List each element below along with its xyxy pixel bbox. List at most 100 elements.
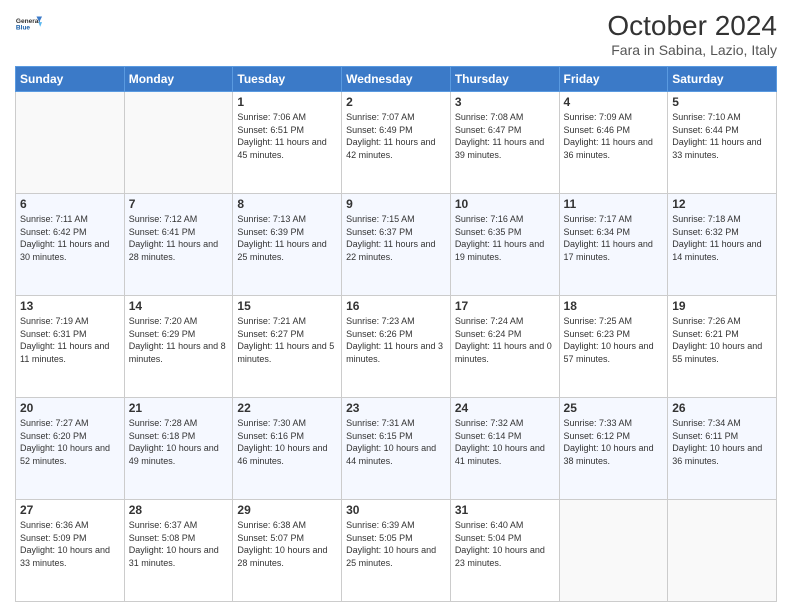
calendar-week-1: 1 Sunrise: 7:06 AM Sunset: 6:51 PM Daylig… <box>16 92 777 194</box>
calendar-cell: 8 Sunrise: 7:13 AM Sunset: 6:39 PM Daylig… <box>233 194 342 296</box>
day-number: 12 <box>672 197 772 211</box>
day-header-tuesday: Tuesday <box>233 67 342 92</box>
day-info: Sunrise: 7:13 AM Sunset: 6:39 PM Dayligh… <box>237 213 337 263</box>
calendar-cell: 9 Sunrise: 7:15 AM Sunset: 6:37 PM Daylig… <box>342 194 451 296</box>
day-header-monday: Monday <box>124 67 233 92</box>
calendar-cell <box>668 500 777 602</box>
calendar-cell: 19 Sunrise: 7:26 AM Sunset: 6:21 PM Dayli… <box>668 296 777 398</box>
day-number: 27 <box>20 503 120 517</box>
day-number: 5 <box>672 95 772 109</box>
calendar-cell: 12 Sunrise: 7:18 AM Sunset: 6:32 PM Dayli… <box>668 194 777 296</box>
day-info: Sunrise: 7:24 AM Sunset: 6:24 PM Dayligh… <box>455 315 555 365</box>
day-info: Sunrise: 6:37 AM Sunset: 5:08 PM Dayligh… <box>129 519 229 569</box>
calendar-cell: 11 Sunrise: 7:17 AM Sunset: 6:34 PM Dayli… <box>559 194 668 296</box>
day-number: 6 <box>20 197 120 211</box>
calendar-cell: 17 Sunrise: 7:24 AM Sunset: 6:24 PM Dayli… <box>450 296 559 398</box>
day-info: Sunrise: 7:20 AM Sunset: 6:29 PM Dayligh… <box>129 315 229 365</box>
day-header-thursday: Thursday <box>450 67 559 92</box>
calendar-week-4: 20Sunrise: 7:27 AM Sunset: 6:20 PM Dayli… <box>16 398 777 500</box>
day-info: Sunrise: 7:15 AM Sunset: 6:37 PM Dayligh… <box>346 213 446 263</box>
day-info: Sunrise: 7:18 AM Sunset: 6:32 PM Dayligh… <box>672 213 772 263</box>
calendar-cell: 28 Sunrise: 6:37 AM Sunset: 5:08 PM Dayli… <box>124 500 233 602</box>
day-number: 31 <box>455 503 555 517</box>
calendar-cell: 10Sunrise: 7:16 AM Sunset: 6:35 PM Dayli… <box>450 194 559 296</box>
day-info: Sunrise: 6:39 AM Sunset: 5:05 PM Dayligh… <box>346 519 446 569</box>
day-info: Sunrise: 6:40 AM Sunset: 5:04 PM Dayligh… <box>455 519 555 569</box>
day-info: Sunrise: 7:31 AM Sunset: 6:15 PM Dayligh… <box>346 417 446 467</box>
calendar-cell: 23 Sunrise: 7:31 AM Sunset: 6:15 PM Dayli… <box>342 398 451 500</box>
calendar-header-row: SundayMondayTuesdayWednesdayThursdayFrid… <box>16 67 777 92</box>
calendar-week-5: 27Sunrise: 6:36 AM Sunset: 5:09 PM Dayli… <box>16 500 777 602</box>
day-number: 25 <box>564 401 664 415</box>
calendar-cell: 18Sunrise: 7:25 AM Sunset: 6:23 PM Dayli… <box>559 296 668 398</box>
day-number: 11 <box>564 197 664 211</box>
title-block: October 2024 Fara in Sabina, Lazio, Ital… <box>607 10 777 58</box>
day-number: 17 <box>455 299 555 313</box>
calendar-cell <box>16 92 125 194</box>
day-info: Sunrise: 7:07 AM Sunset: 6:49 PM Dayligh… <box>346 111 446 161</box>
day-info: Sunrise: 7:26 AM Sunset: 6:21 PM Dayligh… <box>672 315 772 365</box>
calendar-cell: 22 Sunrise: 7:30 AM Sunset: 6:16 PM Dayli… <box>233 398 342 500</box>
calendar-cell: 25 Sunrise: 7:33 AM Sunset: 6:12 PM Dayli… <box>559 398 668 500</box>
day-number: 21 <box>129 401 229 415</box>
day-header-wednesday: Wednesday <box>342 67 451 92</box>
svg-text:Blue: Blue <box>16 25 30 32</box>
day-info: Sunrise: 6:38 AM Sunset: 5:07 PM Dayligh… <box>237 519 337 569</box>
day-info: Sunrise: 7:17 AM Sunset: 6:34 PM Dayligh… <box>564 213 664 263</box>
calendar-cell: 3 Sunrise: 7:08 AM Sunset: 6:47 PM Daylig… <box>450 92 559 194</box>
day-info: Sunrise: 7:10 AM Sunset: 6:44 PM Dayligh… <box>672 111 772 161</box>
calendar-cell: 21Sunrise: 7:28 AM Sunset: 6:18 PM Dayli… <box>124 398 233 500</box>
day-number: 1 <box>237 95 337 109</box>
day-info: Sunrise: 7:19 AM Sunset: 6:31 PM Dayligh… <box>20 315 120 365</box>
day-info: Sunrise: 7:08 AM Sunset: 6:47 PM Dayligh… <box>455 111 555 161</box>
day-info: Sunrise: 7:11 AM Sunset: 6:42 PM Dayligh… <box>20 213 120 263</box>
calendar-week-2: 6 Sunrise: 7:11 AM Sunset: 6:42 PM Daylig… <box>16 194 777 296</box>
day-number: 2 <box>346 95 446 109</box>
day-number: 16 <box>346 299 446 313</box>
header: GeneralBlue October 2024 Fara in Sabina,… <box>15 10 777 58</box>
day-number: 28 <box>129 503 229 517</box>
calendar: SundayMondayTuesdayWednesdayThursdayFrid… <box>15 66 777 602</box>
day-number: 19 <box>672 299 772 313</box>
day-number: 22 <box>237 401 337 415</box>
calendar-cell: 30Sunrise: 6:39 AM Sunset: 5:05 PM Dayli… <box>342 500 451 602</box>
day-number: 3 <box>455 95 555 109</box>
calendar-cell: 4Sunrise: 7:09 AM Sunset: 6:46 PM Daylig… <box>559 92 668 194</box>
calendar-cell: 7Sunrise: 7:12 AM Sunset: 6:41 PM Daylig… <box>124 194 233 296</box>
day-number: 15 <box>237 299 337 313</box>
day-number: 18 <box>564 299 664 313</box>
logo: GeneralBlue <box>15 10 43 38</box>
calendar-cell: 20Sunrise: 7:27 AM Sunset: 6:20 PM Dayli… <box>16 398 125 500</box>
calendar-cell: 26Sunrise: 7:34 AM Sunset: 6:11 PM Dayli… <box>668 398 777 500</box>
calendar-cell: 29 Sunrise: 6:38 AM Sunset: 5:07 PM Dayli… <box>233 500 342 602</box>
day-number: 24 <box>455 401 555 415</box>
day-info: Sunrise: 7:06 AM Sunset: 6:51 PM Dayligh… <box>237 111 337 161</box>
day-info: Sunrise: 7:27 AM Sunset: 6:20 PM Dayligh… <box>20 417 120 467</box>
day-info: Sunrise: 7:32 AM Sunset: 6:14 PM Dayligh… <box>455 417 555 467</box>
calendar-cell: 14 Sunrise: 7:20 AM Sunset: 6:29 PM Dayli… <box>124 296 233 398</box>
day-number: 8 <box>237 197 337 211</box>
calendar-cell <box>559 500 668 602</box>
day-info: Sunrise: 7:34 AM Sunset: 6:11 PM Dayligh… <box>672 417 772 467</box>
calendar-cell: 2 Sunrise: 7:07 AM Sunset: 6:49 PM Daylig… <box>342 92 451 194</box>
calendar-cell: 16Sunrise: 7:23 AM Sunset: 6:26 PM Dayli… <box>342 296 451 398</box>
logo-icon: GeneralBlue <box>15 10 43 38</box>
day-number: 13 <box>20 299 120 313</box>
calendar-cell: 31 Sunrise: 6:40 AM Sunset: 5:04 PM Dayli… <box>450 500 559 602</box>
day-info: Sunrise: 7:30 AM Sunset: 6:16 PM Dayligh… <box>237 417 337 467</box>
month-title: October 2024 <box>607 10 777 42</box>
calendar-cell <box>124 92 233 194</box>
calendar-cell: 27Sunrise: 6:36 AM Sunset: 5:09 PM Dayli… <box>16 500 125 602</box>
day-info: Sunrise: 7:09 AM Sunset: 6:46 PM Dayligh… <box>564 111 664 161</box>
day-info: Sunrise: 7:12 AM Sunset: 6:41 PM Dayligh… <box>129 213 229 263</box>
calendar-cell: 6 Sunrise: 7:11 AM Sunset: 6:42 PM Daylig… <box>16 194 125 296</box>
day-number: 10 <box>455 197 555 211</box>
day-header-saturday: Saturday <box>668 67 777 92</box>
day-info: Sunrise: 7:33 AM Sunset: 6:12 PM Dayligh… <box>564 417 664 467</box>
day-number: 9 <box>346 197 446 211</box>
day-number: 23 <box>346 401 446 415</box>
svg-text:General: General <box>16 18 40 25</box>
location: Fara in Sabina, Lazio, Italy <box>607 42 777 58</box>
day-number: 29 <box>237 503 337 517</box>
day-number: 14 <box>129 299 229 313</box>
